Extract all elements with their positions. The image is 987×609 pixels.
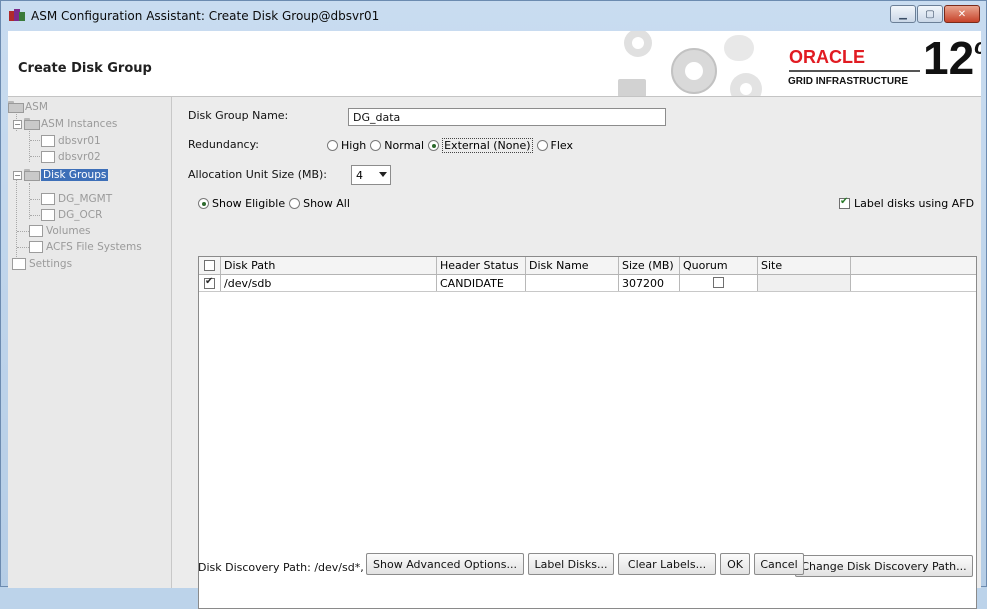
chevron-down-icon	[379, 172, 387, 177]
tree-item-instance[interactable]: dbsvr02	[41, 150, 101, 164]
document-icon	[29, 225, 43, 237]
tree-item-instance[interactable]: dbsvr01	[41, 134, 101, 148]
redundancy-label: Redundancy:	[188, 138, 260, 151]
column-header-site[interactable]: Site	[758, 257, 851, 274]
disk-group-name-input[interactable]: DG_data	[348, 108, 666, 126]
tree-item-disk-groups[interactable]: − Disk Groups	[13, 168, 109, 182]
oracle-logo: ORACLE	[789, 47, 865, 67]
maximize-icon[interactable]: ▢	[917, 5, 943, 23]
disk-filter-radio-group: Show Eligible Show All	[198, 197, 354, 210]
redundancy-radio-group: High Normal External (None) Flex	[327, 138, 577, 153]
document-icon	[12, 258, 26, 270]
site-cell[interactable]	[758, 275, 851, 291]
change-discovery-path-button[interactable]: Change Disk Discovery Path...	[795, 555, 973, 577]
page-title: Create Disk Group	[18, 61, 152, 76]
version-logo: 12c	[923, 32, 981, 84]
redundancy-normal-radio[interactable]: Normal	[370, 139, 424, 152]
tree-item-disk-group[interactable]: DG_OCR	[41, 208, 102, 222]
disk-name-cell[interactable]	[526, 275, 619, 291]
tree-item-acfs[interactable]: ACFS File Systems	[29, 240, 142, 254]
collapse-icon[interactable]: −	[13, 119, 22, 129]
document-icon	[41, 193, 55, 205]
cancel-button[interactable]: Cancel	[754, 553, 804, 575]
label-afd-checkbox[interactable]: Label disks using AFD	[839, 196, 974, 210]
redundancy-external-radio[interactable]: External (None)	[428, 138, 533, 153]
ok-button[interactable]: OK	[720, 553, 750, 575]
clear-labels-button[interactable]: Clear Labels...	[618, 553, 716, 575]
disk-group-name-label: Disk Group Name:	[188, 109, 289, 122]
collapse-icon[interactable]: −	[13, 170, 22, 180]
column-header-disk-name[interactable]: Disk Name	[526, 257, 619, 274]
redundancy-flex-radio[interactable]: Flex	[536, 139, 573, 152]
tree-item-disk-group[interactable]: DG_MGMT	[41, 192, 112, 206]
document-icon	[41, 135, 55, 147]
header-status-cell: CANDIDATE	[437, 275, 526, 291]
gears-graphic	[618, 31, 762, 96]
title-bar[interactable]: ASM Configuration Assistant: Create Disk…	[1, 1, 986, 31]
client-area: Create Disk Group ORACLE GRID INFRASTRUC…	[8, 31, 981, 609]
folder-icon	[24, 118, 40, 130]
main-panel: Disk Group Name: DG_data Redundancy: Hig…	[178, 97, 981, 609]
redundancy-high-radio[interactable]: High	[327, 139, 366, 152]
window-title: ASM Configuration Assistant: Create Disk…	[31, 9, 380, 23]
column-header-quorum[interactable]: Quorum	[680, 257, 758, 274]
size-cell: 307200	[619, 275, 680, 291]
select-all-checkbox[interactable]	[199, 257, 221, 274]
document-icon	[29, 241, 43, 253]
tree-item-volumes[interactable]: Volumes	[29, 224, 91, 238]
row-select-checkbox[interactable]	[199, 275, 221, 291]
show-all-radio[interactable]: Show All	[289, 197, 350, 210]
show-eligible-radio[interactable]: Show Eligible	[198, 197, 285, 210]
column-header-disk-path[interactable]: Disk Path	[221, 257, 437, 274]
checkbox-icon[interactable]	[839, 196, 850, 209]
column-header-size[interactable]: Size (MB)	[619, 257, 680, 274]
show-advanced-options-button[interactable]: Show Advanced Options...	[366, 553, 524, 575]
quorum-checkbox[interactable]	[680, 275, 758, 291]
allocation-unit-label: Allocation Unit Size (MB):	[188, 168, 328, 181]
tree-item-asm[interactable]: ASM	[8, 100, 48, 114]
window: ASM Configuration Assistant: Create Disk…	[0, 0, 987, 609]
table-row[interactable]: /dev/sdb CANDIDATE 307200	[199, 275, 976, 292]
tree-item-asm-instances[interactable]: − ASM Instances	[13, 117, 117, 131]
column-header-header-status[interactable]: Header Status	[437, 257, 526, 274]
table-header: Disk Path Header Status Disk Name Size (…	[199, 257, 976, 275]
close-icon[interactable]: ✕	[944, 5, 980, 23]
banner: Create Disk Group ORACLE GRID INFRASTRUC…	[8, 31, 981, 97]
folder-icon	[24, 169, 40, 181]
allocation-unit-select[interactable]: 4	[351, 165, 391, 185]
folder-icon	[8, 101, 24, 113]
minimize-icon[interactable]: ▁	[890, 5, 916, 23]
product-name: GRID INFRASTRUCTURE	[788, 76, 908, 87]
app-icon	[9, 9, 25, 23]
document-icon	[41, 151, 55, 163]
tree-item-settings[interactable]: Settings	[12, 257, 72, 271]
document-icon	[41, 209, 55, 221]
label-disks-button[interactable]: Label Disks...	[528, 553, 614, 575]
navigation-tree: ASM − ASM Instances dbsvr01 dbsvr02 − Di…	[8, 97, 172, 588]
disk-path-cell: /dev/sdb	[221, 275, 437, 291]
